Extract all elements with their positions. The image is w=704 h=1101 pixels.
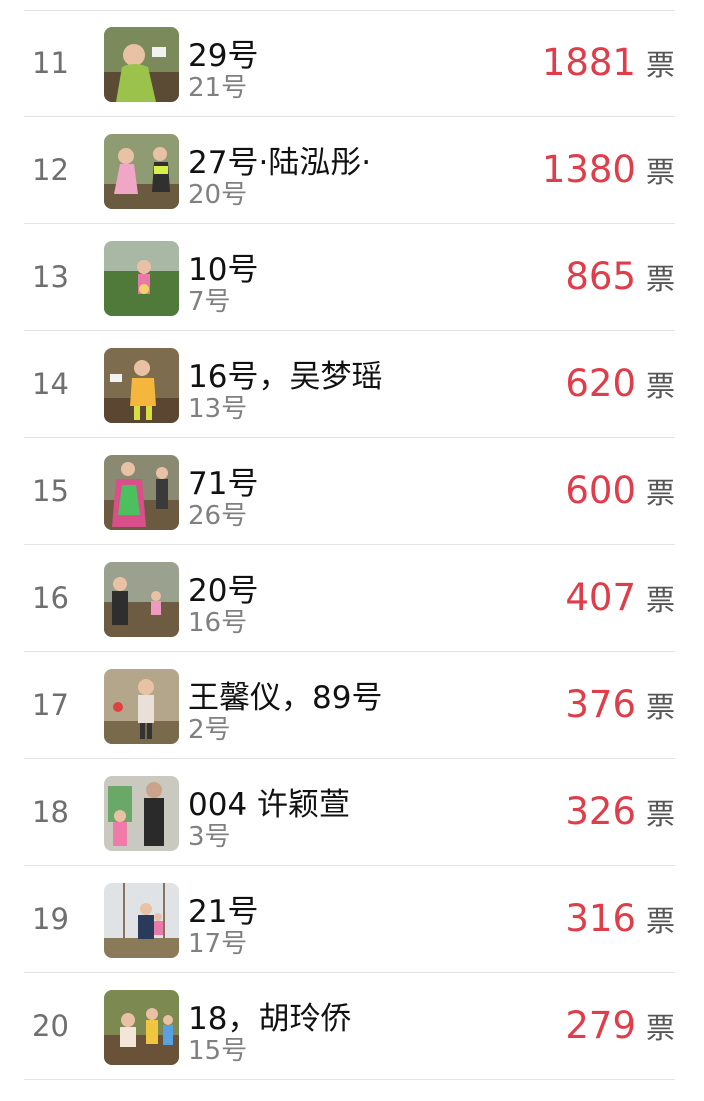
ranking-row[interactable]: 11 29号 21号 1881 票 bbox=[24, 10, 675, 117]
vote-unit: 票 bbox=[645, 690, 675, 724]
vote-unit: 票 bbox=[645, 583, 675, 617]
vote-number: 865 bbox=[565, 255, 636, 298]
vote-number: 1380 bbox=[541, 148, 636, 191]
vote-count: 407 票 bbox=[565, 545, 675, 651]
vote-number: 316 bbox=[565, 897, 636, 940]
entry-subtitle: 26号 bbox=[188, 501, 248, 531]
ranking-row[interactable]: 12 27号·陆泓彤· 20号 1380 票 bbox=[24, 117, 675, 224]
entry-photo[interactable] bbox=[104, 134, 179, 209]
vote-count: 600 票 bbox=[565, 438, 675, 544]
vote-count: 279 票 bbox=[565, 973, 675, 1079]
entry-photo[interactable] bbox=[104, 669, 179, 744]
ranking-list: 11 29号 21号 1881 票 12 27号·陆泓彤· 20号 1380 票 1… bbox=[0, 10, 704, 1080]
entry-photo[interactable] bbox=[104, 990, 179, 1065]
rank-number: 14 bbox=[32, 367, 69, 401]
entry-photo[interactable] bbox=[104, 241, 179, 316]
entry-photo[interactable] bbox=[104, 883, 179, 958]
vote-count: 620 票 bbox=[565, 331, 675, 437]
rank-number: 12 bbox=[32, 153, 69, 187]
entry-subtitle: 17号 bbox=[188, 929, 248, 959]
entry-subtitle: 21号 bbox=[188, 73, 248, 103]
rank-number: 16 bbox=[32, 581, 69, 615]
vote-number: 376 bbox=[565, 683, 636, 726]
vote-number: 326 bbox=[565, 790, 636, 833]
vote-unit: 票 bbox=[645, 369, 675, 403]
entry-subtitle: 20号 bbox=[188, 180, 248, 210]
vote-count: 376 票 bbox=[565, 652, 675, 758]
entry-subtitle: 16号 bbox=[188, 608, 248, 638]
vote-number: 1881 bbox=[541, 41, 636, 84]
entry-subtitle: 13号 bbox=[188, 394, 248, 424]
rank-number: 17 bbox=[32, 688, 69, 722]
rank-number: 18 bbox=[32, 795, 69, 829]
entry-photo[interactable] bbox=[104, 27, 179, 102]
ranking-row[interactable]: 13 10号 7号 865 票 bbox=[24, 224, 675, 331]
entry-photo[interactable] bbox=[104, 455, 179, 530]
vote-count: 1881 票 bbox=[542, 10, 675, 116]
ranking-row[interactable]: 18 004 许颖萱 3号 326 票 bbox=[24, 759, 675, 866]
vote-unit: 票 bbox=[645, 262, 675, 296]
vote-count: 1380 票 bbox=[542, 117, 675, 223]
ranking-row[interactable]: 20 18，胡玲侨 15号 279 票 bbox=[24, 973, 675, 1080]
vote-unit: 票 bbox=[645, 904, 675, 938]
rank-number: 19 bbox=[32, 902, 69, 936]
vote-number: 600 bbox=[565, 469, 636, 512]
entry-photo[interactable] bbox=[104, 348, 179, 423]
vote-number: 620 bbox=[565, 362, 636, 405]
rank-number: 20 bbox=[32, 1009, 69, 1043]
vote-unit: 票 bbox=[645, 48, 675, 82]
vote-number: 279 bbox=[565, 1004, 636, 1047]
vote-unit: 票 bbox=[645, 797, 675, 831]
vote-unit: 票 bbox=[645, 155, 675, 189]
vote-unit: 票 bbox=[645, 476, 675, 510]
rank-number: 15 bbox=[32, 474, 69, 508]
vote-count: 865 票 bbox=[565, 224, 675, 330]
ranking-row[interactable]: 17 王馨仪，89号 2号 376 票 bbox=[24, 652, 675, 759]
vote-count: 316 票 bbox=[565, 866, 675, 972]
ranking-row[interactable]: 16 20号 16号 407 票 bbox=[24, 545, 675, 652]
entry-subtitle: 2号 bbox=[188, 715, 231, 745]
entry-photo[interactable] bbox=[104, 776, 179, 851]
ranking-row[interactable]: 15 71号 26号 600 票 bbox=[24, 438, 675, 545]
vote-unit: 票 bbox=[645, 1011, 675, 1045]
entry-subtitle: 15号 bbox=[188, 1036, 248, 1066]
vote-count: 326 票 bbox=[565, 759, 675, 865]
ranking-row[interactable]: 14 16号，吴梦瑶 13号 620 票 bbox=[24, 331, 675, 438]
entry-subtitle: 7号 bbox=[188, 287, 231, 317]
ranking-row[interactable]: 19 21号 17号 316 票 bbox=[24, 866, 675, 973]
rank-number: 11 bbox=[32, 46, 69, 80]
entry-photo[interactable] bbox=[104, 562, 179, 637]
rank-number: 13 bbox=[32, 260, 69, 294]
entry-subtitle: 3号 bbox=[188, 822, 231, 852]
vote-number: 407 bbox=[565, 576, 636, 619]
